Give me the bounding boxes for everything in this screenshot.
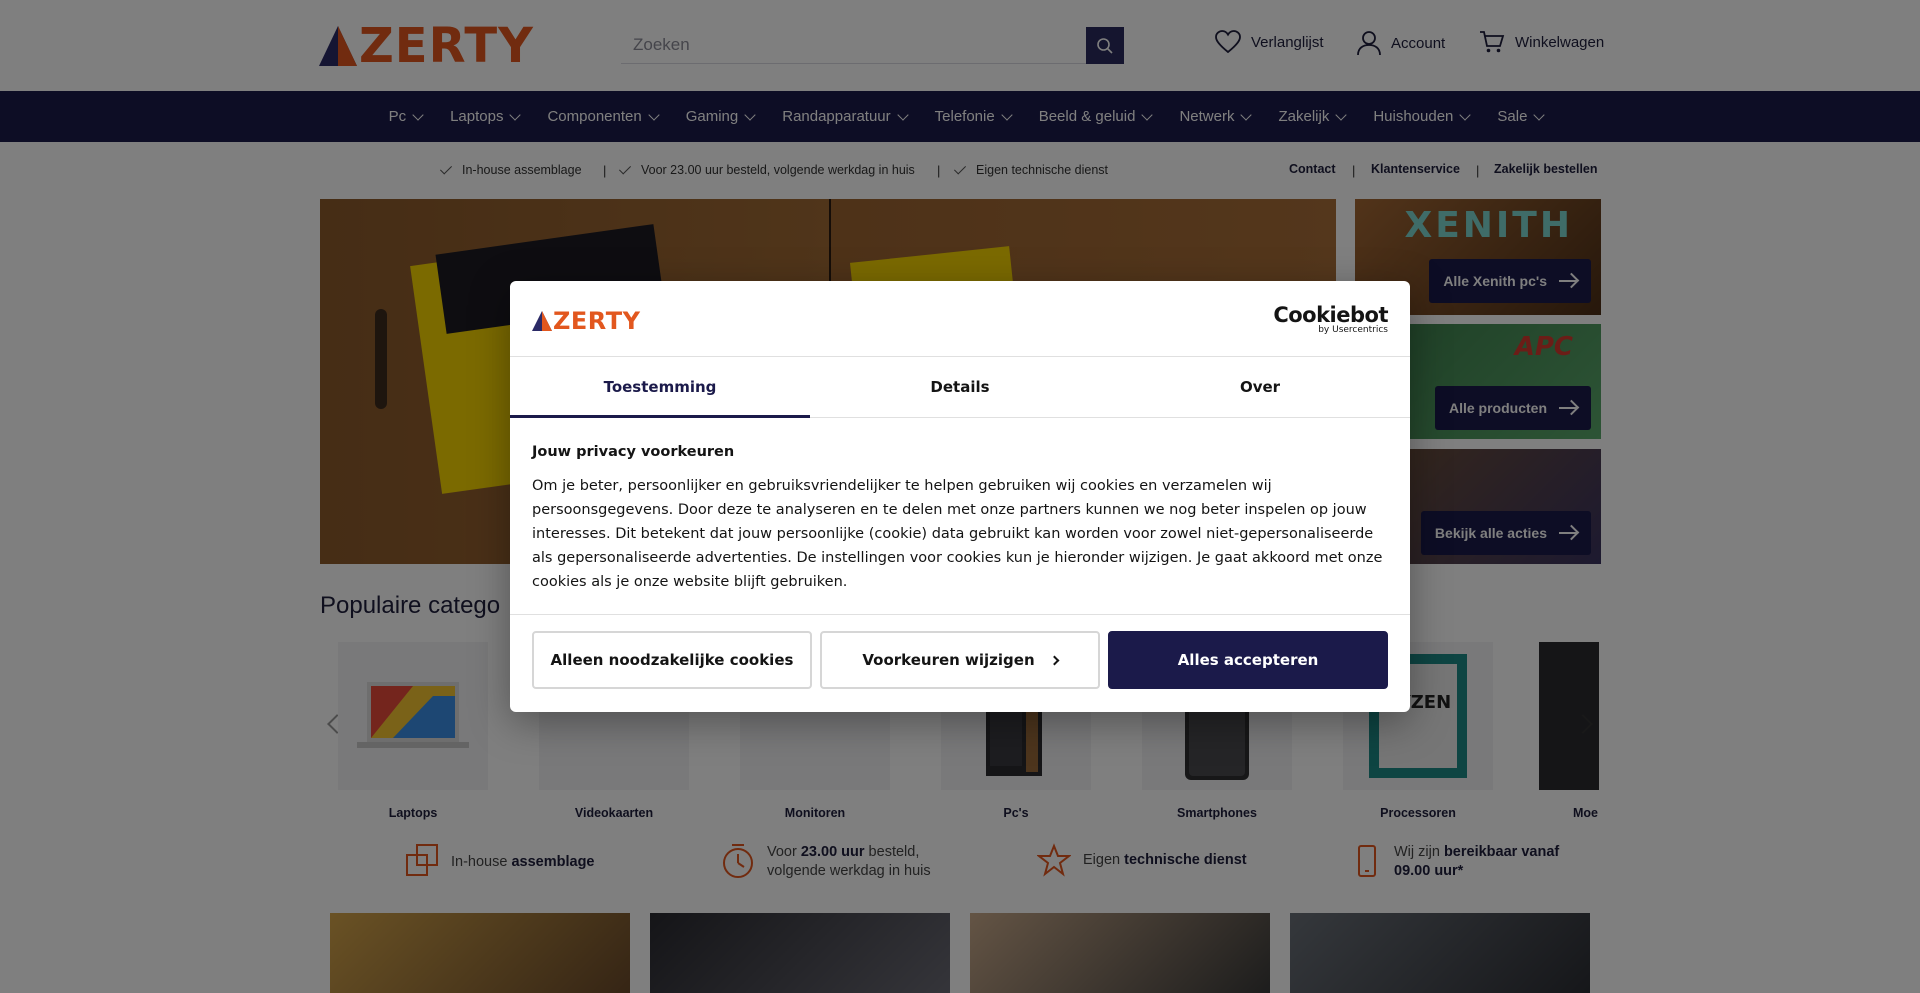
- cookie-consent-dialog: ZERTY Cookiebot by Usercentrics Toestemm…: [510, 281, 1410, 712]
- accept-all-button[interactable]: Alles accepteren: [1108, 631, 1388, 689]
- necessary-cookies-button[interactable]: Alleen noodzakelijke cookies: [532, 631, 812, 689]
- tab-toestemming[interactable]: Toestemming: [510, 357, 810, 418]
- change-preferences-button[interactable]: Voorkeuren wijzigen: [820, 631, 1100, 689]
- consent-body: Jouw privacy voorkeuren Om je beter, per…: [532, 444, 1392, 594]
- azerty-logo: ZERTY: [532, 307, 640, 335]
- tab-details[interactable]: Details: [810, 357, 1110, 417]
- logo-a-mark-icon: [532, 311, 552, 331]
- cookiebot-logo[interactable]: Cookiebot by Usercentrics: [1273, 303, 1388, 335]
- chevron-right-icon: [1049, 655, 1060, 665]
- consent-heading: Jouw privacy voorkeuren: [532, 444, 735, 460]
- tab-over[interactable]: Over: [1110, 357, 1410, 417]
- consent-text: Om je beter, persoonlijker en gebruiksvr…: [532, 478, 1383, 590]
- consent-tabs: Toestemming Details Over: [510, 357, 1410, 418]
